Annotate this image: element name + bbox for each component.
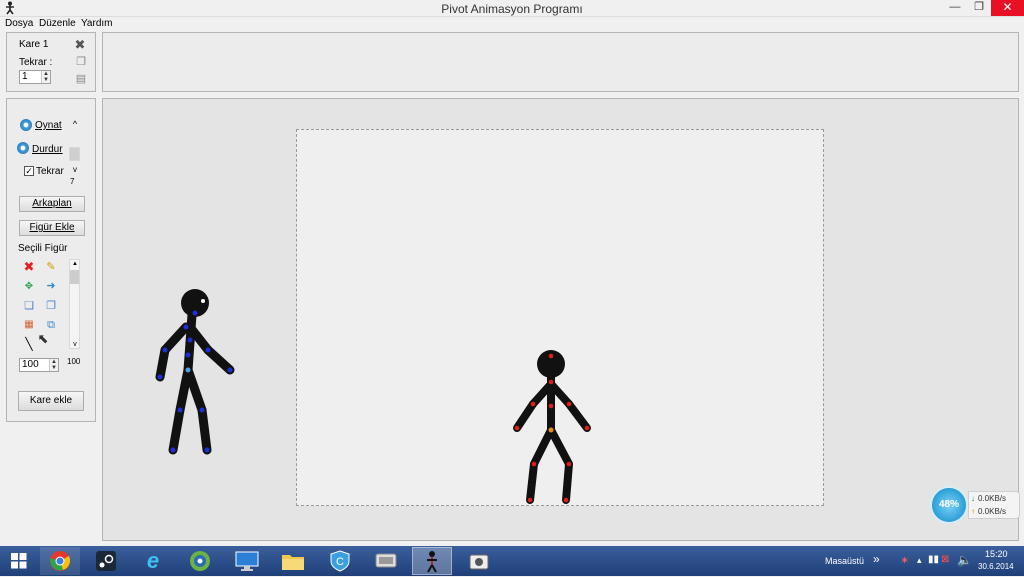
selected-figure-label: Seçili Figür [18, 243, 68, 254]
size-scroll-thumb[interactable] [70, 270, 79, 284]
chevron-up-icon[interactable]: ^ [69, 118, 81, 130]
system-monitor-icon [375, 553, 397, 568]
tray-expand-icon[interactable]: » [873, 552, 880, 566]
add-figure-button[interactable]: Figür Ekle [19, 220, 85, 236]
upload-arrow-icon: ↑ [971, 507, 975, 516]
duplicate-figure-icon[interactable]: ⧉ [45, 319, 57, 331]
chrome-icon [50, 551, 71, 571]
network-speed-widget: 48% ↓ 0.0KB/s ↑ 0.0KB/s [930, 486, 1022, 526]
stop-radio[interactable] [17, 142, 29, 154]
camera-icon [469, 554, 489, 570]
bring-front-icon[interactable]: ❐ [45, 300, 57, 312]
size-stepper[interactable]: 100 ▲ ▼ [19, 358, 59, 372]
line-tool-icon[interactable]: ╲ [23, 338, 35, 350]
timeline-panel [102, 32, 1019, 92]
clock-time[interactable]: 15:20 [985, 549, 1008, 559]
color-palette-icon[interactable]: ▦ [23, 319, 35, 331]
menu-yardim[interactable]: Yardım [81, 18, 113, 29]
window-title: Pivot Animasyon Programı [441, 2, 583, 16]
send-back-icon[interactable]: ❏ [23, 300, 35, 312]
taskbar-pivot[interactable] [412, 547, 452, 575]
stick-figure-blue[interactable] [150, 285, 250, 460]
repeat-stepper[interactable]: 1 ▲ ▼ [19, 70, 51, 84]
tray-arrow-icon[interactable]: ▴ [917, 555, 922, 566]
taskbar-file-explorer[interactable] [273, 547, 313, 575]
taskbar: e C Masaüstü » ✶ ▴ ▮▮ ⊠ 🔈 15:20 30.6.201… [0, 546, 1024, 576]
play-radio[interactable] [20, 119, 32, 131]
monitor-icon [235, 551, 259, 571]
speed-slider-thumb[interactable] [69, 147, 80, 161]
loop-checkbox[interactable]: ✓ [24, 166, 34, 176]
taskbar-remote-desktop[interactable] [227, 547, 267, 575]
edit-pencil-icon[interactable]: ✎ [45, 261, 57, 273]
title-bar: Pivot Animasyon Programı — ❐ ✕ [0, 0, 1024, 17]
upload-speed: 0.0KB/s [978, 507, 1007, 516]
play-label[interactable]: Oynat [35, 120, 62, 131]
signal-icon[interactable]: ▮▮ [928, 554, 939, 565]
add-frame-button[interactable]: Kare ekle [18, 391, 84, 411]
taskbar-system-monitor[interactable] [366, 547, 406, 575]
mouse-cursor-icon: ⬉ [37, 331, 49, 346]
taskbar-camera[interactable] [459, 547, 499, 575]
scroll-up-icon[interactable]: ▲ [69, 258, 81, 270]
loop-label: Tekrar [36, 166, 64, 177]
size-value: 100 [22, 359, 39, 370]
internet-explorer-icon: e [146, 548, 160, 573]
delete-frame-icon[interactable]: ✖ [74, 38, 86, 51]
stepper-arrows-icon[interactable]: ▲ ▼ [41, 71, 50, 83]
clock-date[interactable]: 30.6.2014 [978, 562, 1014, 571]
menu-dosya[interactable]: Dosya [5, 18, 33, 29]
center-figure-icon[interactable]: ✥ [23, 281, 35, 293]
windows-logo-icon [11, 553, 27, 569]
tray-app-icon[interactable]: ✶ [900, 554, 909, 567]
svg-text:C: C [336, 556, 344, 568]
folder-icon [282, 555, 304, 570]
frame-label: Kare 1 [19, 39, 49, 50]
stepper-arrows-icon[interactable]: ▲ ▼ [49, 359, 58, 371]
menu-duzenle[interactable]: Düzenle [39, 18, 76, 29]
stop-label[interactable]: Durdur [32, 144, 63, 155]
scroll-down-icon[interactable]: v [69, 339, 81, 351]
taskbar-steam[interactable] [86, 547, 126, 575]
start-button[interactable] [2, 547, 36, 575]
delete-figure-icon[interactable]: ✖ [23, 260, 35, 273]
shield-c-icon: C [330, 550, 350, 572]
size-scroll-value: 100 [67, 357, 81, 366]
close-button[interactable]: ✕ [991, 0, 1024, 16]
download-arrow-icon: ↓ [971, 494, 975, 503]
network-icon[interactable]: ⊠ [941, 554, 949, 565]
taskbar-security[interactable]: C [320, 547, 360, 575]
maximize-button[interactable]: ❐ [968, 0, 990, 16]
speed-value: 7 [70, 177, 75, 186]
repeat-value: 1 [22, 71, 28, 82]
taskbar-chrome[interactable] [40, 547, 80, 575]
chevron-down-icon[interactable]: v [69, 164, 81, 176]
volume-icon[interactable]: 🔈 [957, 553, 972, 567]
desktop-label[interactable]: Masaüstü [825, 556, 864, 566]
minimize-button[interactable]: — [944, 0, 966, 16]
repeat-label: Tekrar : [19, 57, 53, 68]
usage-percent: 48% [938, 499, 959, 510]
copy-frame-icon[interactable]: ❐ [75, 56, 87, 68]
paste-frame-icon[interactable]: ▤ [75, 73, 87, 85]
stick-figure-red[interactable] [505, 348, 600, 510]
android-studio-icon [190, 551, 210, 571]
tools-panel: Oynat ^ Durdur ✓ Tekrar v 7 Arkaplan Fig… [6, 98, 96, 422]
download-speed: 0.0KB/s [978, 494, 1007, 503]
pivot-stickman-icon [427, 551, 437, 573]
flip-arrow-icon[interactable]: ➜ [45, 280, 57, 292]
taskbar-android-studio[interactable] [180, 547, 220, 575]
background-button[interactable]: Arkaplan [19, 196, 85, 212]
frame-panel: Kare 1 ✖ Tekrar : ❐ 1 ▲ ▼ ▤ [6, 32, 96, 92]
steam-icon [96, 551, 116, 571]
menu-bar: Dosya Düzenle Yardım [0, 17, 1024, 32]
taskbar-internet-explorer[interactable]: e [133, 547, 173, 575]
